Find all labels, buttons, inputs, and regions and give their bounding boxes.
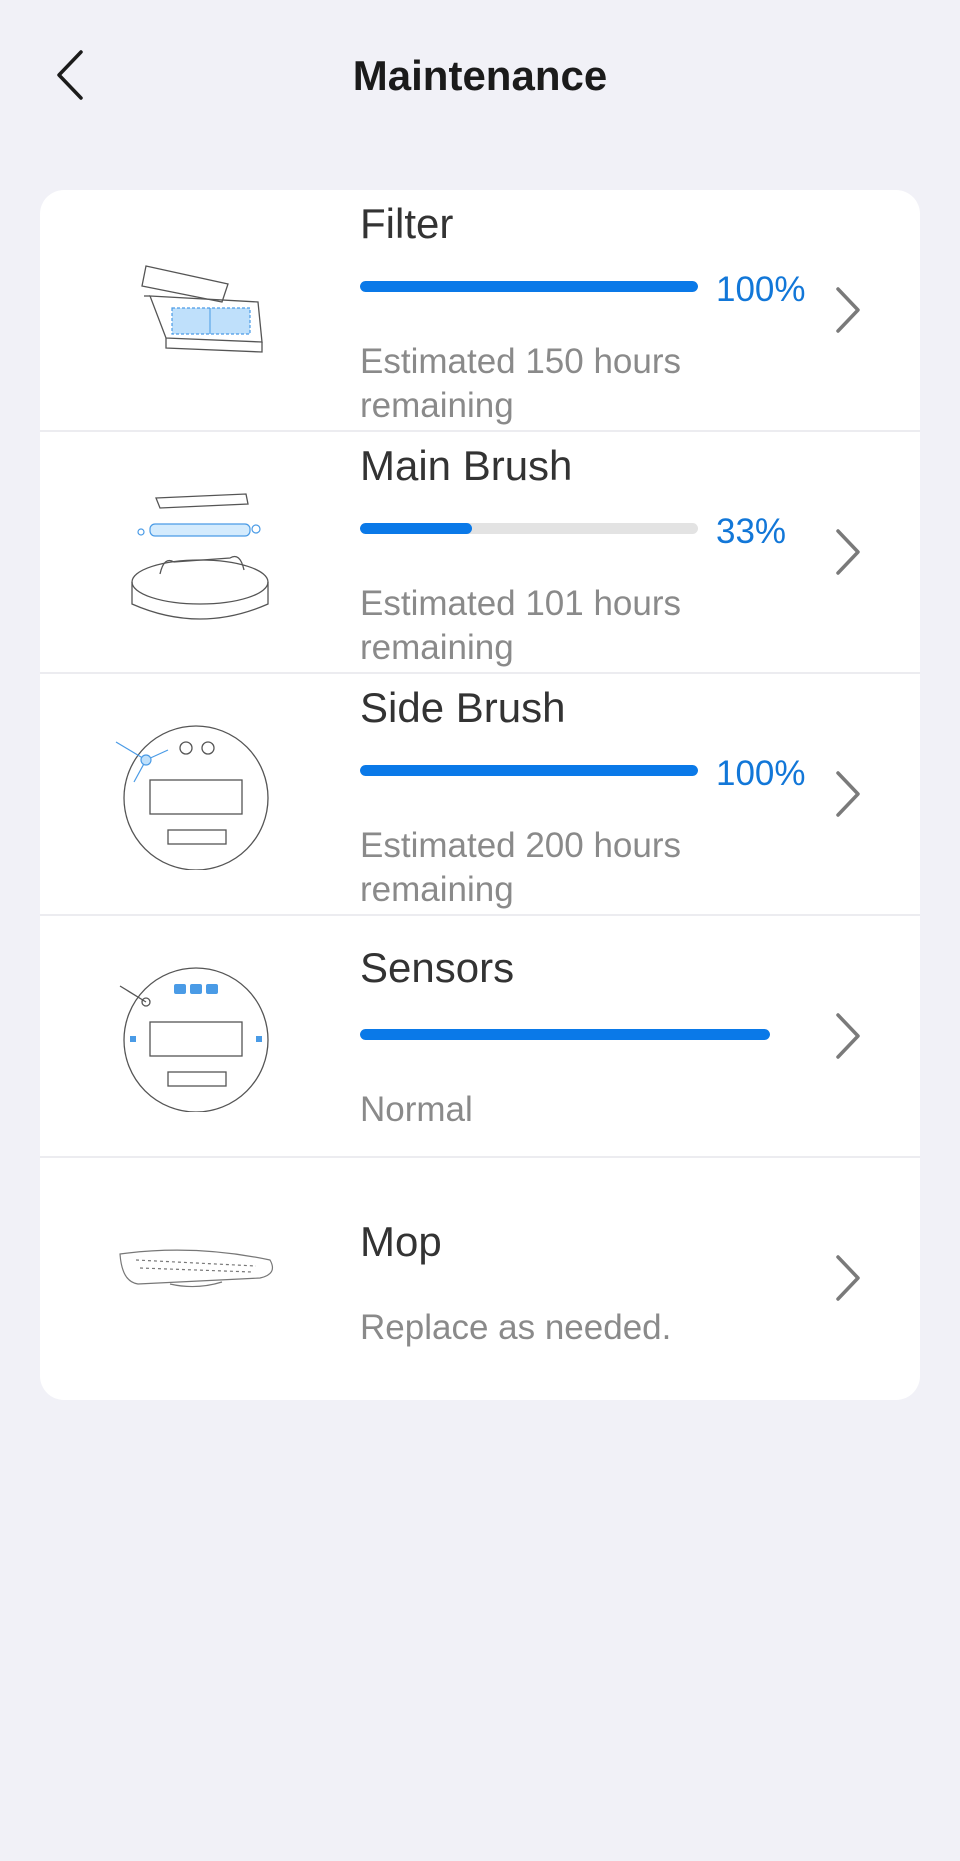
item-title: Sensors [360, 944, 515, 991]
mop-icon [119, 1249, 273, 1288]
item-description: Estimated 101 hours remaining [360, 584, 682, 667]
chevron-right-icon [836, 287, 860, 333]
progress-bar [360, 523, 698, 534]
list-item-sensors[interactable]: Sensors Normal [40, 916, 920, 1158]
list-item-filter[interactable]: Filter 100% Estimated 150 hours remainin… [40, 190, 920, 432]
item-title: Mop [360, 1218, 442, 1265]
progress-fill [360, 765, 698, 776]
item-description: Estimated 150 hours remaining [360, 342, 682, 425]
item-description: Estimated 200 hours remaining [360, 826, 682, 909]
progress-fill [360, 523, 472, 534]
header-bar: Maintenance [0, 0, 960, 160]
item-description: Replace as needed. [360, 1308, 672, 1347]
list-item-mop[interactable]: Mop Replace as needed. [40, 1158, 920, 1400]
progress-fill [360, 281, 698, 292]
item-description: Normal [360, 1090, 473, 1129]
maintenance-list: Filter 100% Estimated 150 hours remainin… [40, 190, 920, 1400]
sensors-icon [119, 967, 269, 1112]
chevron-right-icon [836, 771, 860, 817]
list-item-main-brush[interactable]: Main Brush 33% Estimated 101 hours remai… [40, 432, 920, 674]
percent-label: 100% [716, 270, 806, 309]
page-title: Maintenance [352, 52, 608, 99]
side-brush-icon [115, 725, 269, 870]
main-brush-icon [131, 493, 269, 620]
percent-label: 33% [716, 512, 787, 551]
item-title: Filter [360, 200, 454, 247]
chevron-right-icon [836, 529, 860, 575]
progress-bar [360, 765, 698, 776]
filter-icon [141, 265, 263, 353]
list-item-side-brush[interactable]: Side Brush 100% Estimated 200 hours rema… [40, 674, 920, 916]
progress-bar [360, 1029, 770, 1040]
item-title: Side Brush [360, 684, 566, 731]
percent-label: 100% [716, 754, 806, 793]
chevron-right-icon [836, 1255, 860, 1301]
progress-fill [360, 1029, 770, 1040]
progress-bar [360, 281, 698, 292]
item-title: Main Brush [360, 442, 573, 489]
chevron-right-icon [836, 1013, 860, 1059]
